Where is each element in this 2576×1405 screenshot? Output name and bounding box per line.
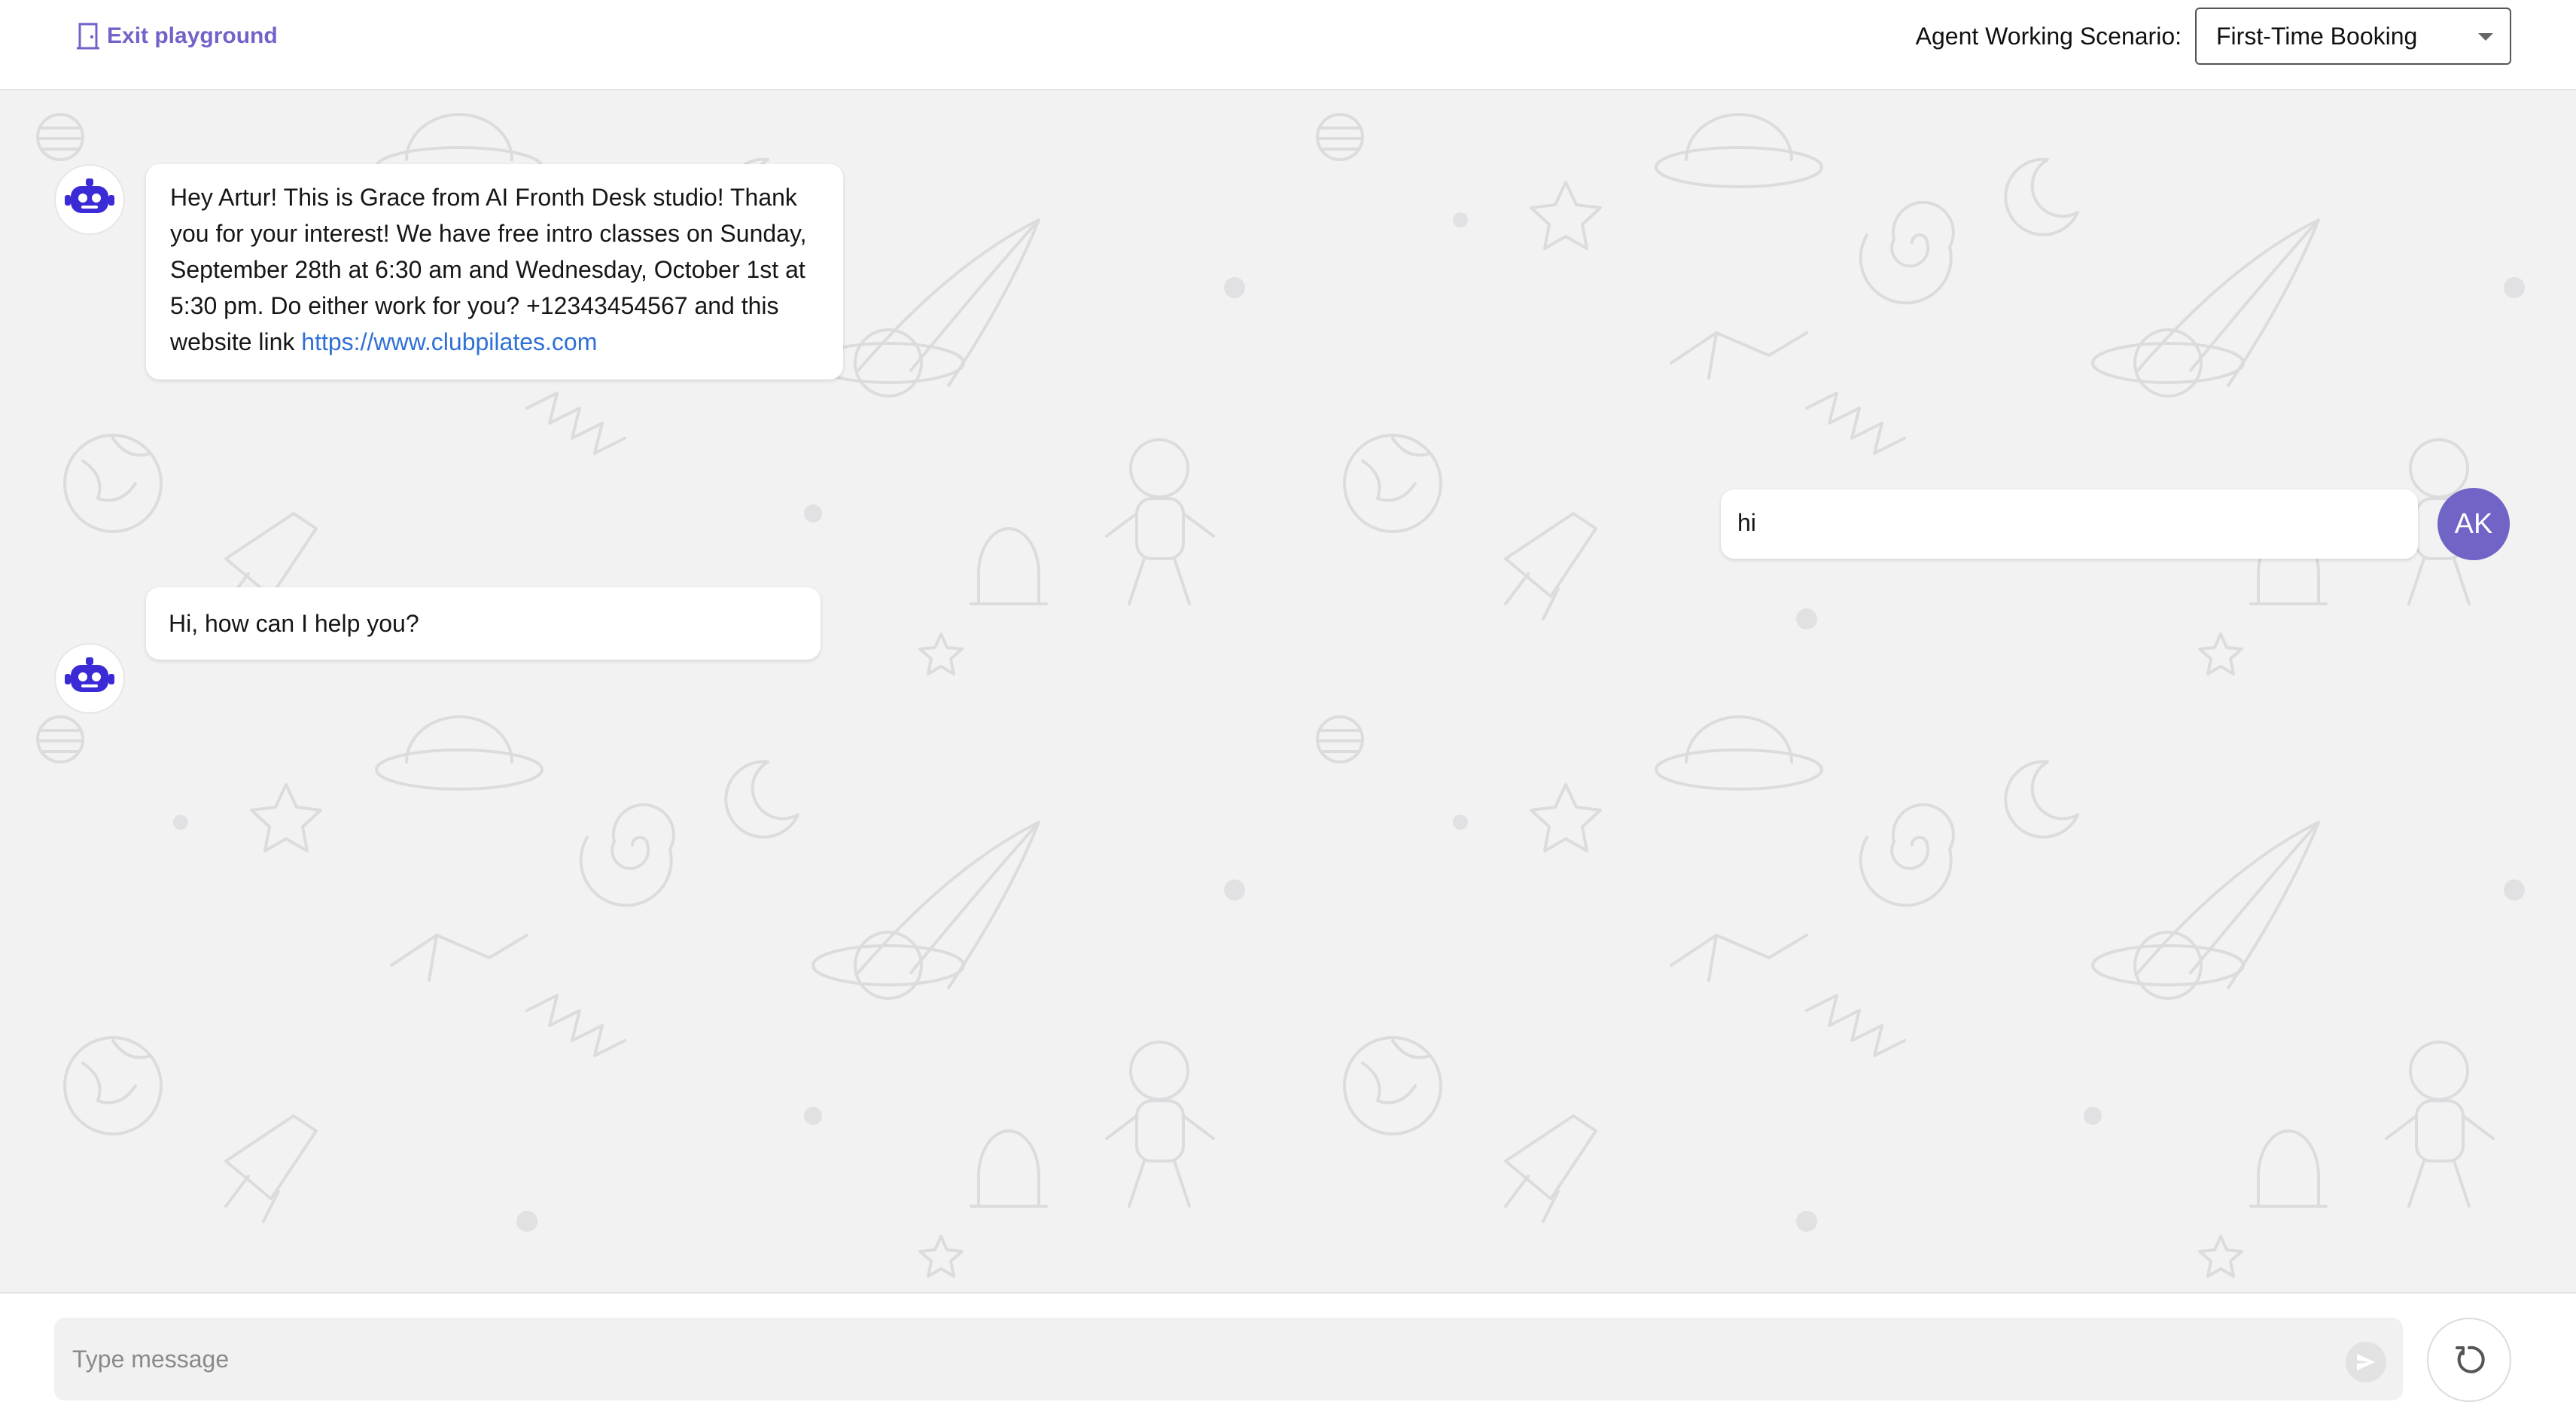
send-icon: [2357, 1354, 2375, 1370]
scenario-select-value: First-Time Booking: [2216, 22, 2418, 50]
robot-icon: [65, 657, 114, 692]
refresh-icon: [2456, 1346, 2485, 1373]
agent-avatar: [54, 643, 125, 714]
agent-message-text: Hi, how can I help you?: [169, 610, 419, 637]
user-avatar: AK: [2437, 488, 2510, 560]
top-bar: Exit playground Agent Working Scenario: …: [0, 0, 2576, 90]
chat-area[interactable]: Hey Artur! This is Grace from AI Fronth …: [0, 92, 2576, 1292]
scenario-select[interactable]: First-Time Booking: [2195, 8, 2511, 65]
scenario-label: Agent Working Scenario:: [1915, 23, 2182, 50]
exit-playground-button[interactable]: Exit playground: [75, 20, 278, 53]
agent-message: Hey Artur! This is Grace from AI Fronth …: [146, 164, 843, 379]
agent-message: Hi, how can I help you?: [146, 587, 821, 660]
composer-bar: [0, 1292, 2576, 1405]
robot-icon: [65, 178, 114, 213]
door-exit-icon: [75, 22, 102, 50]
message-input-container: [54, 1318, 2403, 1400]
message-input[interactable]: [72, 1340, 2316, 1378]
user-message-text: hi: [1737, 509, 1756, 536]
user-message: hi: [1721, 489, 2418, 559]
send-button[interactable]: [2346, 1342, 2386, 1382]
chevron-down-icon: [2478, 33, 2493, 41]
agent-avatar: [54, 164, 125, 235]
reset-chat-button[interactable]: [2427, 1318, 2511, 1402]
message-link[interactable]: https://www.clubpilates.com: [301, 328, 597, 355]
exit-playground-label: Exit playground: [107, 23, 278, 48]
